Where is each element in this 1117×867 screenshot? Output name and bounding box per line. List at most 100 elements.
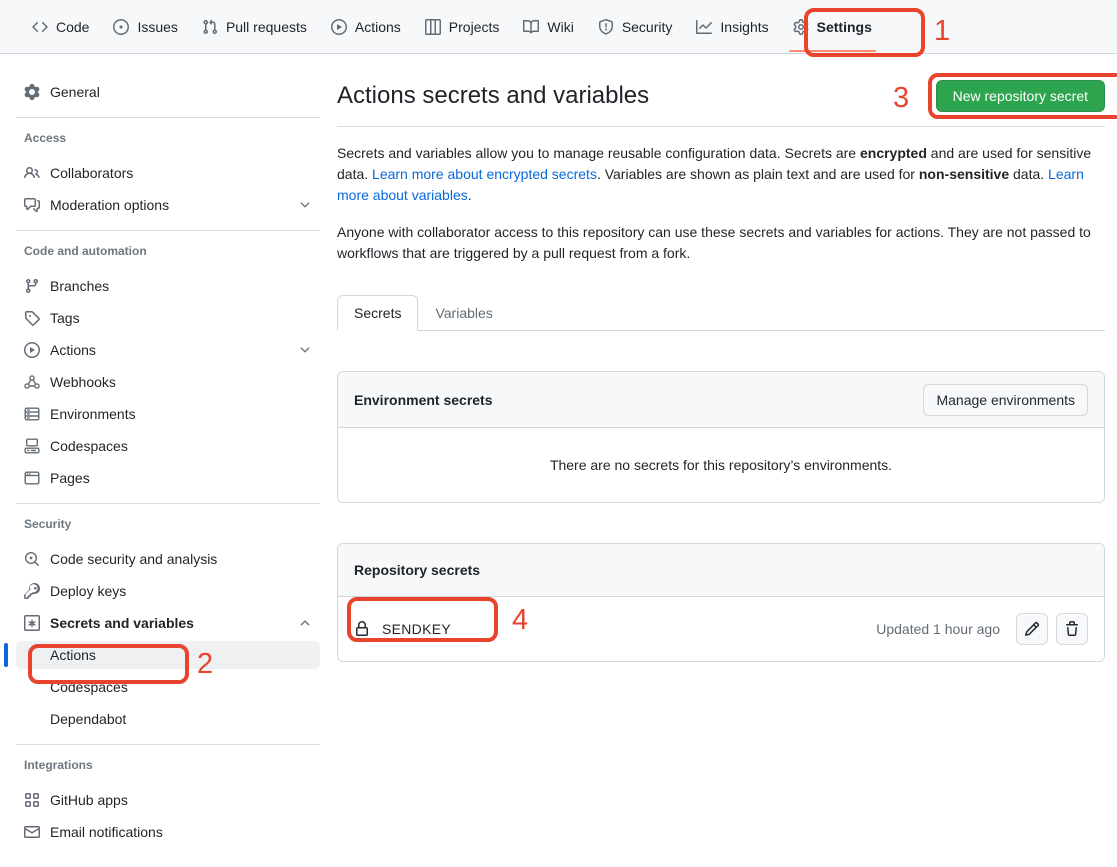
secrets-variables-tabs: Secrets Variables [337, 294, 1105, 331]
divider [16, 117, 320, 118]
sidebar-item-label: General [50, 84, 100, 100]
sidebar-subitem-dependabot[interactable]: Dependabot [16, 705, 320, 733]
box-title: Environment secrets [354, 392, 493, 408]
sidebar-item-environments[interactable]: Environments [16, 400, 320, 428]
sidebar-item-actions[interactable]: Actions [16, 336, 320, 364]
sidebar-item-label: Secrets and variables [50, 615, 194, 631]
tab-actions[interactable]: Actions [323, 0, 409, 53]
repository-secrets-header: Repository secrets [338, 544, 1104, 597]
sidebar-item-label: Deploy keys [50, 583, 126, 599]
secret-name-label: SENDKEY [382, 621, 451, 637]
codescan-icon [24, 551, 40, 567]
sidebar-item-label: Email notifications [50, 824, 163, 840]
codespaces-icon [24, 438, 40, 454]
tab-secrets[interactable]: Secrets [337, 295, 418, 331]
chevron-down-icon [298, 198, 312, 212]
tab-label: Wiki [547, 19, 573, 35]
tab-label: Pull requests [226, 19, 307, 35]
sidebar-item-label: Environments [50, 406, 136, 422]
edit-secret-button[interactable] [1016, 613, 1048, 645]
secret-updated-text: Updated 1 hour ago [876, 621, 1000, 637]
apps-icon [24, 792, 40, 808]
tab-wiki[interactable]: Wiki [515, 0, 581, 53]
sidebar-subitem-actions[interactable]: Actions [16, 641, 320, 669]
tab-label: Issues [137, 19, 177, 35]
tab-settings[interactable]: Settings [785, 0, 880, 53]
lock-icon [354, 621, 370, 637]
play-icon [331, 19, 347, 35]
tab-variables[interactable]: Variables [418, 295, 509, 331]
sidebar-item-label: Moderation options [50, 197, 169, 213]
sidebar-item-label: Actions [50, 647, 96, 663]
sidebar-item-collaborators[interactable]: Collaborators [16, 159, 320, 187]
git-branch-icon [24, 278, 40, 294]
chevron-up-icon [298, 616, 312, 630]
trash-icon [1064, 621, 1080, 637]
comment-discussion-icon [24, 197, 40, 213]
tab-code[interactable]: Code [24, 0, 97, 53]
intro-bold-encrypted: encrypted [860, 145, 927, 161]
sidebar-item-code-security[interactable]: Code security and analysis [16, 545, 320, 573]
intro-paragraph: Secrets and variables allow you to manag… [337, 143, 1093, 206]
sidebar-item-label: Collaborators [50, 165, 133, 181]
link-encrypted-secrets[interactable]: Learn more about encrypted secrets [372, 166, 597, 182]
pencil-icon [1024, 621, 1040, 637]
mail-icon [24, 824, 40, 840]
browser-icon [24, 470, 40, 486]
secret-name: SENDKEY [354, 621, 451, 637]
intro-text: data. [1009, 166, 1048, 182]
sidebar-item-label: Code security and analysis [50, 551, 217, 567]
sidebar-item-github-apps[interactable]: GitHub apps [16, 786, 320, 814]
tab-projects[interactable]: Projects [417, 0, 508, 53]
key-icon [24, 583, 40, 599]
sidebar-item-general[interactable]: General [16, 78, 320, 106]
server-icon [24, 406, 40, 422]
tab-label: Projects [449, 19, 500, 35]
webhook-icon [24, 374, 40, 390]
tab-label: Settings [817, 19, 872, 35]
shield-icon [598, 19, 614, 35]
sidebar-item-label: Dependabot [50, 711, 126, 727]
box-title: Repository secrets [354, 562, 480, 578]
sidebar-item-label: Codespaces [50, 438, 128, 454]
intro-text: . [468, 187, 472, 203]
tab-label: Security [622, 19, 673, 35]
sidebar-item-webhooks[interactable]: Webhooks [16, 368, 320, 396]
new-repository-secret-button[interactable]: New repository secret [936, 80, 1105, 112]
collaborator-access-paragraph: Anyone with collaborator access to this … [337, 222, 1093, 264]
intro-text: Secrets and variables allow you to manag… [337, 145, 860, 161]
sidebar-item-email-notifications[interactable]: Email notifications [16, 818, 320, 846]
sidebar-item-pages[interactable]: Pages [16, 464, 320, 492]
repository-secrets-box: Repository secrets SENDKEY Updated 1 hou… [337, 543, 1105, 662]
sidebar-section-title: Integrations [16, 757, 320, 773]
tab-issues[interactable]: Issues [105, 0, 185, 53]
code-icon [32, 19, 48, 35]
book-icon [523, 19, 539, 35]
secret-row-actions: Updated 1 hour ago [876, 613, 1088, 645]
sidebar-item-tags[interactable]: Tags [16, 304, 320, 332]
gear-icon [793, 19, 809, 35]
active-tab-underline [789, 50, 876, 52]
page-title: Actions secrets and variables [337, 80, 649, 111]
environment-secrets-box: Environment secrets Manage environments … [337, 371, 1105, 503]
divider [16, 230, 320, 231]
tab-insights[interactable]: Insights [688, 0, 776, 53]
intro-bold-non-sensitive: non-sensitive [919, 166, 1009, 182]
sidebar-subitem-codespaces[interactable]: Codespaces [16, 673, 320, 701]
manage-environments-button[interactable]: Manage environments [923, 384, 1088, 416]
tab-security[interactable]: Security [590, 0, 681, 53]
key-asterisk-icon [24, 615, 40, 631]
sidebar-item-branches[interactable]: Branches [16, 272, 320, 300]
sidebar-item-secrets-and-variables[interactable]: Secrets and variables [16, 609, 320, 637]
environment-secrets-header: Environment secrets Manage environments [338, 372, 1104, 428]
tab-pull-requests[interactable]: Pull requests [194, 0, 315, 53]
delete-secret-button[interactable] [1056, 613, 1088, 645]
sidebar-item-deploy-keys[interactable]: Deploy keys [16, 577, 320, 605]
main-content: Actions secrets and variables New reposi… [337, 69, 1105, 662]
github-repo-settings-page: Code Issues Pull requests Actions Projec… [0, 0, 1117, 867]
sidebar-item-label: Pages [50, 470, 90, 486]
page-header: Actions secrets and variables New reposi… [337, 69, 1105, 127]
tab-label: Insights [720, 19, 768, 35]
sidebar-item-moderation-options[interactable]: Moderation options [16, 191, 320, 219]
sidebar-item-codespaces[interactable]: Codespaces [16, 432, 320, 460]
